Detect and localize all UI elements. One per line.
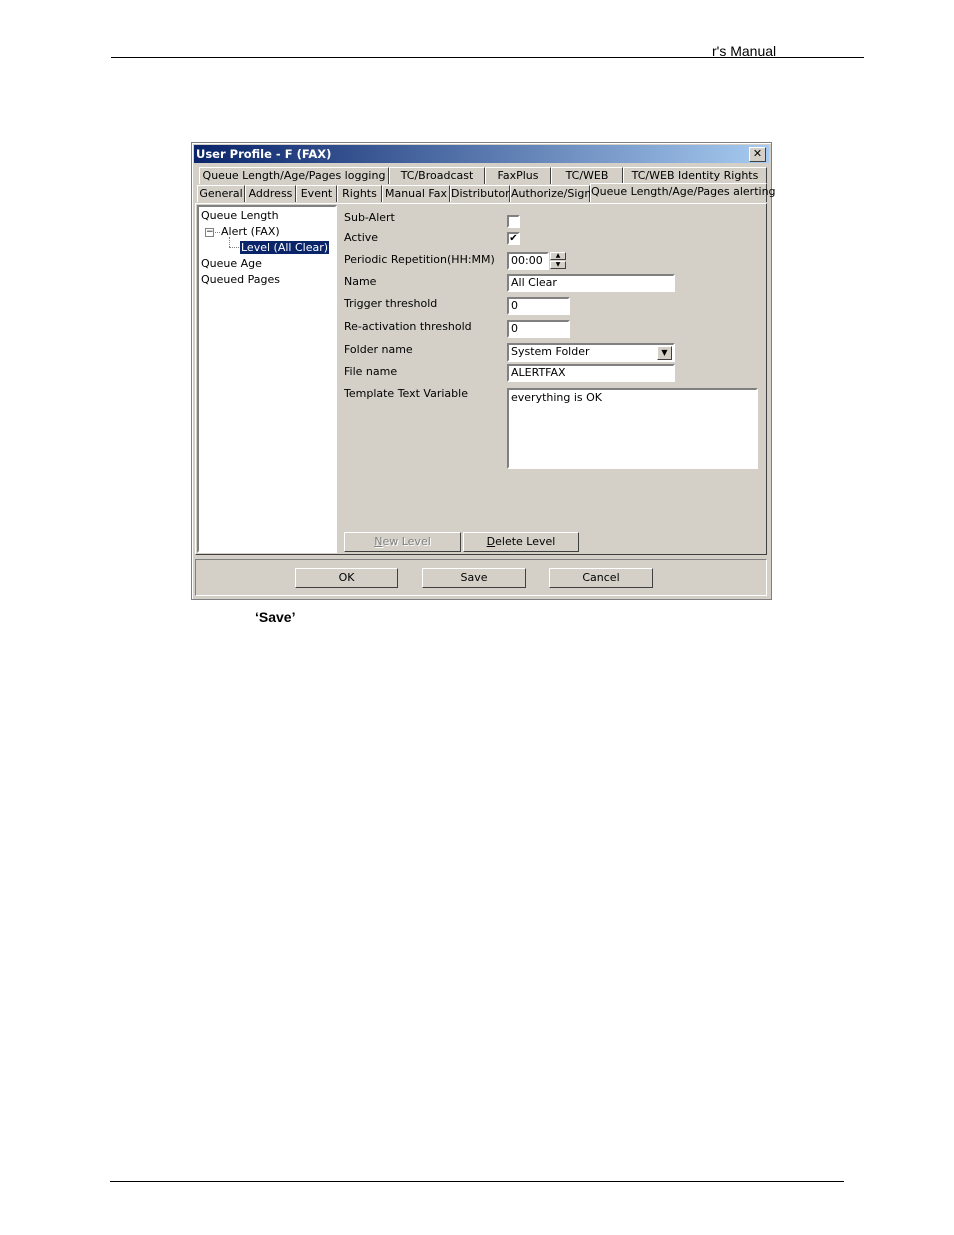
- tree-connector: [229, 247, 239, 248]
- spin-up-icon: ▲: [555, 252, 561, 259]
- collapse-icon[interactable]: −: [205, 228, 214, 237]
- periodic-repetition-label: Periodic Repetition(HH:MM): [344, 253, 495, 266]
- folder-name-value: System Folder: [511, 345, 590, 358]
- tab-tc-web[interactable]: TC/WEB: [551, 167, 623, 184]
- delete-level-button[interactable]: Delete Level: [463, 532, 579, 552]
- tree-connector: [215, 232, 220, 233]
- file-name-input[interactable]: ALERTFAX: [507, 364, 675, 382]
- tab-queue-alerting[interactable]: Queue Length/Age/Pages alerting: [590, 183, 776, 202]
- tab-tc-broadcast[interactable]: TC/Broadcast: [389, 167, 485, 184]
- title-bar[interactable]: User Profile - F (FAX) ✕: [194, 145, 769, 163]
- alert-tree[interactable]: Queue Length − Alert (FAX) Level (All Cl…: [197, 205, 337, 553]
- dropdown-button[interactable]: ▼: [657, 346, 672, 360]
- folder-name-select[interactable]: System Folder ▼: [507, 343, 675, 362]
- sub-alert-label: Sub-Alert: [344, 211, 395, 224]
- template-text-area[interactable]: everything is OK: [507, 388, 758, 469]
- tab-general[interactable]: General: [197, 185, 245, 202]
- tab-tc-web-identity-rights[interactable]: TC/WEB Identity Rights: [623, 167, 767, 184]
- tab-authorize-sign[interactable]: Authorize/Sign: [510, 185, 591, 202]
- name-label: Name: [344, 275, 377, 288]
- user-profile-dialog: User Profile - F (FAX) ✕ Queue Length/Ag…: [191, 142, 776, 600]
- tab-faxplus[interactable]: FaxPlus: [485, 167, 551, 184]
- tree-item-queue-length[interactable]: Queue Length: [201, 209, 279, 222]
- tab-event[interactable]: Event: [296, 185, 337, 202]
- new-level-button[interactable]: New Level: [344, 532, 461, 552]
- tab-distributor[interactable]: Distributor: [450, 185, 510, 202]
- save-button[interactable]: Save: [422, 568, 526, 588]
- active-checkbox[interactable]: ✔: [507, 232, 520, 245]
- active-label: Active: [344, 231, 379, 244]
- tree-item-queued-pages[interactable]: Queued Pages: [201, 273, 280, 286]
- tab-queue-logging[interactable]: Queue Length/Age/Pages logging: [199, 167, 389, 184]
- spin-down-icon: ▼: [555, 261, 561, 268]
- trigger-threshold-label: Trigger threshold: [344, 297, 438, 310]
- reactivation-threshold-label: Re-activation threshold: [344, 320, 472, 333]
- footer-rule: [110, 1181, 844, 1182]
- sub-alert-checkbox[interactable]: [507, 215, 520, 228]
- ok-button[interactable]: OK: [295, 568, 398, 588]
- cancel-button[interactable]: Cancel: [549, 568, 653, 588]
- tree-connector: [229, 237, 230, 247]
- close-icon: ✕: [752, 147, 763, 160]
- trigger-threshold-input[interactable]: 0: [507, 297, 570, 315]
- periodic-repetition-input[interactable]: 00:00: [507, 252, 549, 270]
- template-text-variable-label: Template Text Variable: [344, 387, 468, 400]
- spin-up-button[interactable]: ▲: [550, 252, 566, 260]
- chevron-down-icon: ▼: [661, 348, 668, 357]
- tree-item-level-all-clear[interactable]: Level (All Clear): [238, 240, 331, 255]
- tab-manual-fax[interactable]: Manual Fax: [382, 185, 450, 202]
- file-name-label: File name: [344, 365, 398, 378]
- close-button[interactable]: ✕: [749, 147, 766, 162]
- name-input[interactable]: All Clear: [507, 274, 675, 292]
- checkmark-icon: ✔: [509, 233, 518, 244]
- tree-item-queue-age[interactable]: Queue Age: [201, 257, 262, 270]
- window-title: User Profile - F (FAX): [196, 147, 332, 161]
- tab-rights[interactable]: Rights: [337, 185, 382, 202]
- spin-down-button[interactable]: ▼: [550, 261, 566, 269]
- reactivation-threshold-input[interactable]: 0: [507, 320, 570, 338]
- header-rule: [111, 57, 864, 58]
- caption-save: ‘Save’: [255, 609, 296, 625]
- tab-address[interactable]: Address: [245, 185, 296, 202]
- folder-name-label: Folder name: [344, 343, 413, 356]
